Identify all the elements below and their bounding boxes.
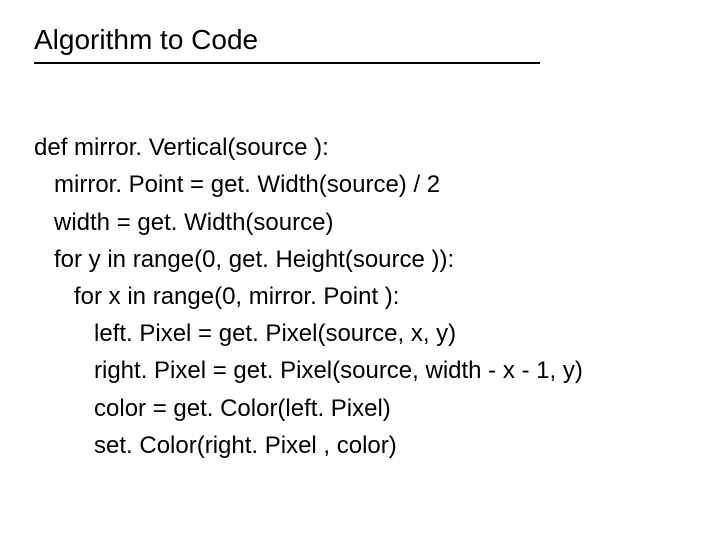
code-line: for y in range(0, get. Height(source )): — [34, 246, 454, 273]
code-line: def mirror. Vertical(source ): — [34, 134, 329, 161]
code-block: def mirror. Vertical(source ): mirror. P… — [34, 92, 686, 464]
code-line: for x in range(0, mirror. Point ): — [34, 283, 399, 310]
slide-title: Algorithm to Code — [34, 24, 540, 64]
code-line: right. Pixel = get. Pixel(source, width … — [34, 357, 583, 384]
slide: Algorithm to Code def mirror. Vertical(s… — [0, 0, 720, 540]
code-line: left. Pixel = get. Pixel(source, x, y) — [34, 320, 456, 347]
code-line: width = get. Width(source) — [34, 209, 333, 236]
code-line: set. Color(right. Pixel , color) — [34, 432, 397, 459]
code-line: color = get. Color(left. Pixel) — [34, 395, 391, 422]
code-line: mirror. Point = get. Width(source) / 2 — [34, 171, 440, 198]
